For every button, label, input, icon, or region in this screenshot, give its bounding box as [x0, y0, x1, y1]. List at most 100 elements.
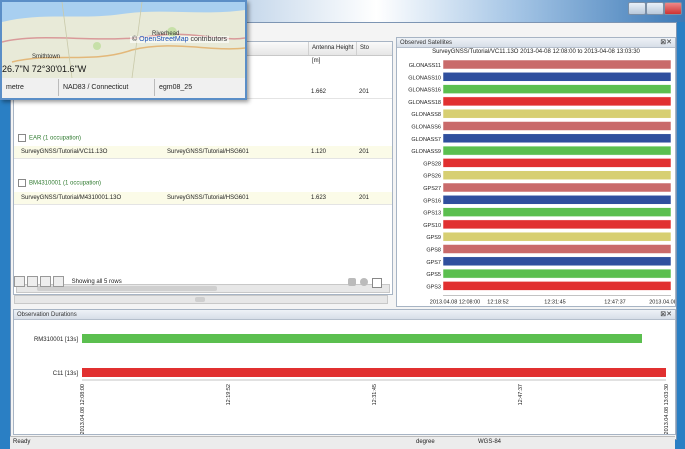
x-tick-label: 12:18:52 [487, 300, 508, 306]
satellite-label: GPS9 [426, 235, 441, 241]
maximize-button[interactable] [646, 2, 664, 15]
cell-height: 1.623 [311, 195, 327, 201]
observed-satellites-panel: Observed Satellites ⊠✕ SurveyGNSS/Tutoria… [396, 37, 676, 307]
x-tick-label: 2013.04.08 12:08:00 [430, 300, 480, 306]
col-antenna-height[interactable]: Antenna Height [m] [308, 42, 358, 64]
cell-height: 1.662 [311, 89, 327, 95]
observation-durations-panel: Observation Durations ⊠✕ RM310001 [13s] C1… [13, 309, 676, 435]
satellite-bar [442, 182, 672, 193]
cell-more: 201 [359, 195, 370, 201]
settings-icon[interactable] [372, 278, 382, 288]
satellite-bar [442, 84, 672, 94]
satellite-label: GPS7 [426, 260, 441, 266]
satellite-bar [442, 219, 672, 230]
duration-label: RM310001 [13s] [34, 337, 78, 343]
next-page-button[interactable] [40, 275, 51, 287]
cell-file: SurveyGNSS/Tutorial/VC11.13O [21, 149, 108, 155]
expand-toggle[interactable] [18, 179, 26, 187]
cell-more: 201 [359, 149, 370, 155]
satellite-bar [442, 207, 672, 217]
map-view[interactable]: Riverhead Smithtown © OpenStreetMap cont… [2, 2, 245, 78]
refresh-icon[interactable] [360, 278, 368, 286]
duration-label: C11 [13s] [53, 371, 79, 377]
group-label: EAR (1 occupation) [29, 135, 82, 142]
satellite-bar [442, 133, 672, 144]
duration-bar [82, 368, 666, 377]
map-status-bar: metre NAD83 / Connecticut egm08_25 [2, 79, 245, 96]
datum-label: NAD83 / Connecticut [58, 79, 128, 96]
satellite-label: GLONASS8 [411, 112, 441, 118]
x-tick-label: 12:31:45 [372, 384, 378, 405]
export-icon[interactable] [348, 278, 356, 286]
minimize-button[interactable] [628, 2, 646, 15]
satellite-label: GPS10 [423, 223, 441, 229]
x-tick-label: 2013.04.08 [649, 300, 675, 306]
satellite-label: GPS16 [423, 198, 441, 204]
satellite-label: GLONASS9 [411, 149, 441, 155]
satellite-bar [442, 244, 672, 254]
osm-link[interactable]: OpenStreetMap [139, 36, 188, 43]
x-tick-label: 2013.04.08 13:03:30 [664, 384, 670, 434]
table-row[interactable]: SurveyGNSS/Tutorial/M4310001.13O SurveyG… [14, 192, 392, 205]
first-page-button[interactable] [14, 275, 25, 287]
duration-bar [82, 334, 642, 343]
geoid-label: egm08_25 [154, 79, 192, 96]
group-ear[interactable]: EAR (1 occupation) [18, 134, 81, 142]
satellite-bar [442, 145, 672, 156]
map-attribution: © OpenStreetMap contributors [130, 36, 230, 43]
cell-more: 201 [359, 89, 370, 95]
cell-antenna: SurveyGNSS/Tutorial/HSG601 [167, 195, 249, 201]
chart-subtitle: SurveyGNSS/Tutorial/VC11.13O 2013-04-08 … [432, 49, 640, 55]
group-label: BM4310001 (1 occupation) [29, 180, 102, 187]
group-bm4310001[interactable]: BM4310001 (1 occupation) [18, 179, 101, 187]
expand-toggle[interactable] [18, 134, 26, 142]
map-label: Smithtown [32, 54, 61, 60]
satellite-bar [442, 59, 672, 70]
datum-label: WGS-84 [478, 439, 502, 445]
cell-height: 1.120 [311, 149, 327, 155]
satellite-bar [442, 72, 672, 82]
x-tick-label: 12:31:45 [544, 300, 565, 306]
satellite-chart: GLONASS11 GLONASS10 GLONASS16 GLONASS18 GLON… [408, 59, 675, 306]
satellite-label: GPS13 [423, 211, 441, 217]
satellite-label: GLONASS16 [408, 88, 441, 94]
table-row[interactable]: SurveyGNSS/Tutorial/VC11.13O SurveyGNSS/… [14, 146, 392, 159]
x-tick-label: 12:47:37 [604, 300, 625, 306]
units-label: metre [6, 84, 24, 91]
attribution-text: contributors [190, 36, 228, 43]
status-text: Ready [13, 439, 31, 445]
satellite-bar [442, 108, 672, 119]
satellite-label: GPS3 [426, 284, 441, 290]
x-tick-label: 2013.04.08 12:08:00 [80, 384, 86, 434]
satellite-bar [442, 281, 672, 291]
satellite-bar [442, 195, 672, 205]
satellite-bar [442, 256, 672, 267]
close-button[interactable] [664, 2, 682, 15]
status-bar: Ready degree WGS-84 [10, 436, 675, 449]
last-page-button[interactable] [53, 275, 64, 287]
pager: Showing all 5 rows [14, 275, 384, 289]
cell-antenna: SurveyGNSS/Tutorial/HSG601 [167, 149, 249, 155]
close-icon[interactable]: ⊠✕ [660, 38, 672, 48]
satellite-bar [442, 231, 672, 242]
coordinate-readout: 26.7"N 72°30'01.6"W [2, 64, 87, 74]
satellite-label: GPS28 [423, 161, 441, 167]
satellite-label: GLONASS7 [411, 137, 441, 143]
satellite-label: GPS5 [426, 272, 441, 278]
satellite-label: GPS8 [426, 248, 441, 254]
units-label: degree [416, 439, 435, 445]
satellite-label: GLONASS10 [408, 75, 441, 81]
satellite-label: GLONASS6 [411, 125, 441, 131]
satellite-bar [442, 158, 672, 168]
satellite-bar [442, 268, 672, 279]
x-tick-label: 12:19:52 [226, 384, 232, 405]
satellite-label: GLONASS11 [409, 63, 441, 69]
satellite-bar [442, 170, 672, 180]
satellite-bar [442, 121, 672, 131]
col-more[interactable]: Sto [356, 42, 390, 55]
prev-page-button[interactable] [27, 275, 38, 287]
close-icon[interactable]: ⊠✕ [660, 310, 672, 320]
lower-scrollbar[interactable] [14, 295, 388, 304]
scroll-thumb[interactable] [195, 297, 205, 302]
paging-status: Showing all 5 rows [71, 279, 122, 285]
